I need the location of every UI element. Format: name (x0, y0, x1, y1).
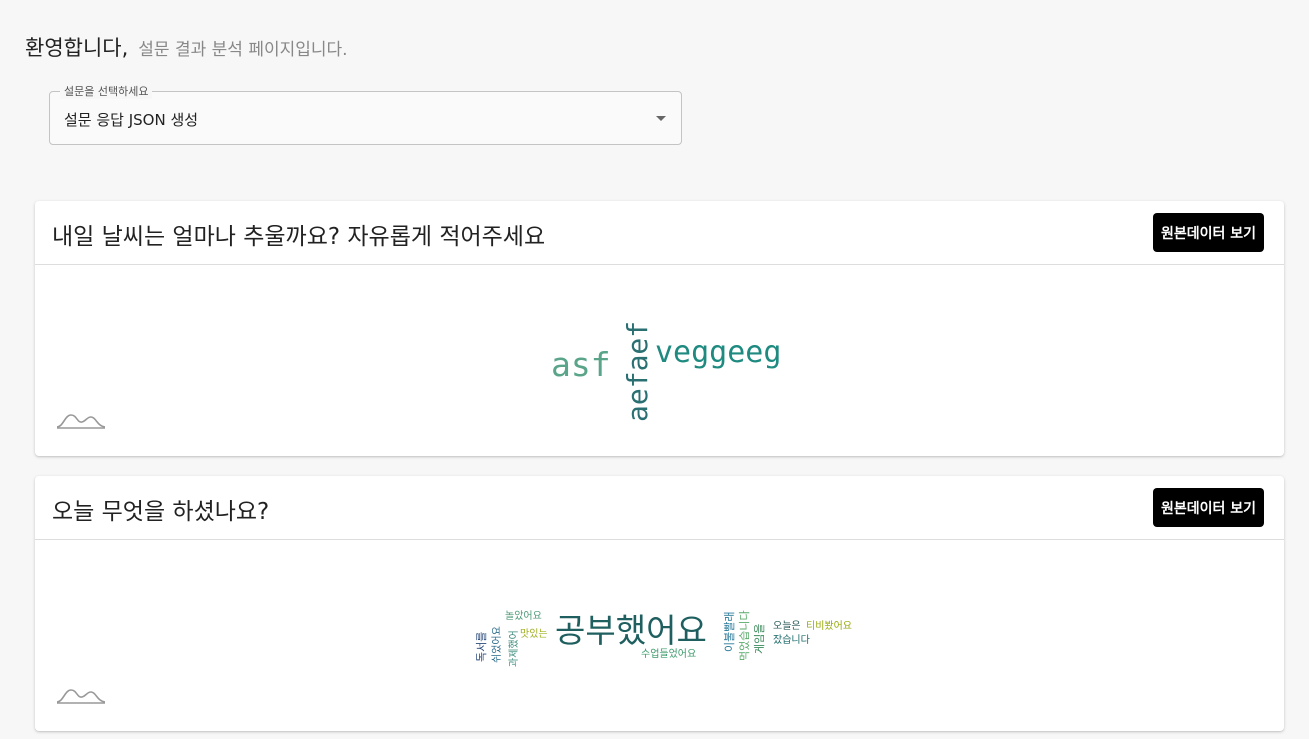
question-title: 내일 날씨는 얼마나 추울까요? 자유롭게 적어주세요 (52, 224, 546, 250)
word-cloud: 공부했어요 놀았어요 맛있는 과제했어 쉬었어요 독서를 수업들었어요 이불빨래… (475, 610, 852, 667)
cloud-word: asf (551, 345, 611, 384)
cloud-word: 놀았어요 (505, 610, 542, 622)
survey-select-value: 설문 응답 JSON 생성 (64, 111, 199, 129)
question-title: 오늘 무엇을 하셨나요? (52, 499, 270, 525)
cloud-word: 공부했어요 (555, 611, 707, 650)
question-card-1: 내일 날씨는 얼마나 추울까요? 자유롭게 적어주세요 원본데이터 보기 asf… (35, 201, 1284, 456)
cloud-word: 게임을 (753, 624, 766, 654)
density-wave-icon (56, 689, 106, 704)
welcome-text: 환영합니다, (25, 36, 129, 60)
question-card-header: 내일 날씨는 얼마나 추울까요? 자유롭게 적어주세요 원본데이터 보기 (35, 201, 1284, 265)
cloud-word: 잤습니다 (773, 634, 810, 646)
survey-select[interactable]: 설문을 선택하세요 설문 응답 JSON 생성 (49, 83, 682, 145)
cloud-word: 과제했어 (507, 630, 520, 667)
cloud-word: 이불빨래 (723, 612, 736, 652)
view-raw-data-button[interactable]: 원본데이터 보기 (1152, 213, 1264, 252)
survey-select-label: 설문을 선택하세요 (60, 83, 153, 99)
cloud-word: 독서를 (475, 632, 488, 662)
chevron-down-icon (656, 116, 666, 121)
cloud-word: veggeeg (655, 335, 781, 370)
cloud-word: 쉬었어요 (491, 626, 503, 663)
view-raw-data-button[interactable]: 원본데이터 보기 (1152, 488, 1264, 527)
cloud-word: 먹었습니다 (738, 610, 751, 661)
density-wave-icon (56, 414, 106, 429)
cloud-word: aefaef (621, 321, 654, 422)
page-subtitle: 설문 결과 분석 페이지입니다. (138, 40, 348, 60)
cloud-word: 맛있는 (520, 628, 548, 640)
cloud-word: 오늘은 (773, 620, 801, 632)
word-cloud: asf aefaef veggeeg (551, 321, 781, 422)
question-card-header: 오늘 무엇을 하셨나요? 원본데이터 보기 (35, 476, 1284, 540)
question-card-2: 오늘 무엇을 하셨나요? 원본데이터 보기 공부했어요 놀았어요 맛있는 과제했… (35, 476, 1284, 731)
cloud-word: 티비봤어요 (806, 620, 852, 632)
welcome-header: 환영합니다, 설문 결과 분석 페이지입니다. (25, 32, 348, 62)
cloud-word: 수업들었어요 (641, 647, 696, 660)
